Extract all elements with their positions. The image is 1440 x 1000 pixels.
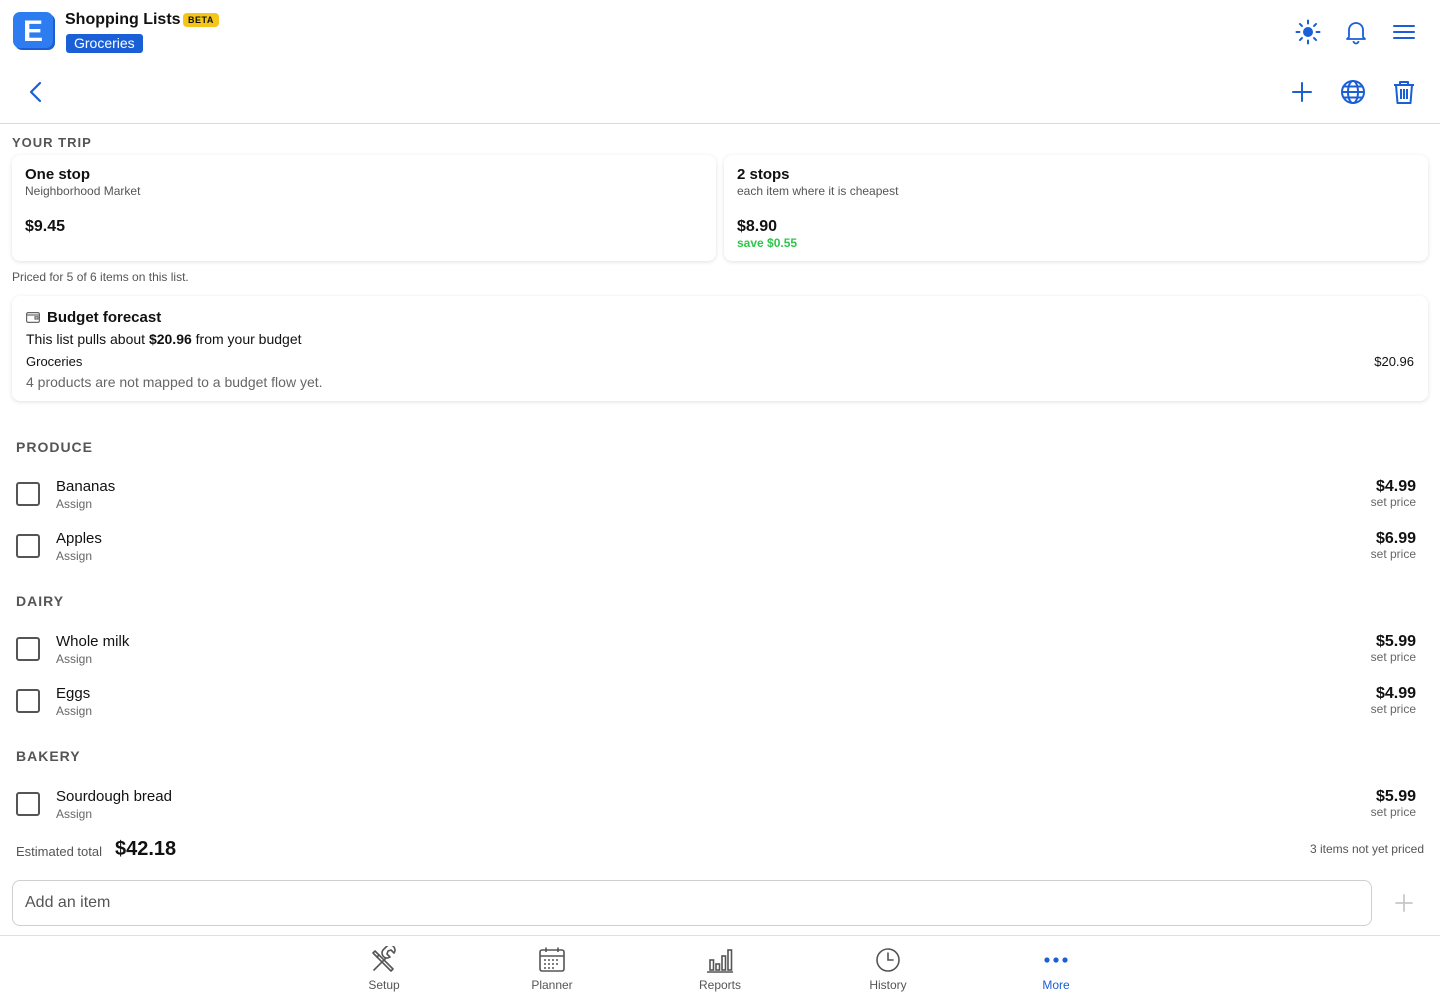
svg-text:E: E	[23, 15, 43, 48]
set-price-link[interactable]: set price	[1371, 650, 1416, 664]
category-heading: BAKERY	[16, 748, 81, 764]
priced-note: Priced for 5 of 6 items on this list.	[12, 270, 189, 284]
tab-more[interactable]: More	[1011, 946, 1101, 992]
tab-reports-label: Reports	[698, 978, 742, 992]
header-divider	[0, 123, 1440, 124]
list-item[interactable]: Whole milk Assign $5.99 set price	[0, 633, 1440, 677]
category-heading: DAIRY	[16, 593, 65, 609]
clock-icon	[876, 948, 900, 972]
savings-label: save $0.55	[737, 236, 798, 250]
budget-category: Groceries	[26, 354, 83, 369]
item-checkbox[interactable]	[16, 534, 40, 558]
app-logo: E	[13, 12, 57, 52]
tab-setup-label: Setup	[368, 978, 400, 992]
tab-reports[interactable]: Reports	[675, 946, 765, 992]
two-stops-title: 2 stops	[737, 166, 790, 183]
add-item-plus-icon[interactable]	[1390, 889, 1418, 917]
list-item[interactable]: Sourdough bread Assign $5.99 set price	[0, 788, 1440, 832]
item-name: Apples	[56, 530, 102, 547]
item-name: Bananas	[56, 478, 116, 495]
list-name-badge[interactable]: Groceries	[66, 34, 143, 53]
back-chevron-icon[interactable]	[22, 78, 50, 106]
assign-link[interactable]: Assign	[56, 807, 92, 821]
bar-chart-icon	[707, 949, 733, 973]
tab-history-label: History	[869, 978, 907, 992]
wallet-icon	[26, 310, 41, 328]
category-heading: PRODUCE	[16, 439, 94, 455]
set-price-link[interactable]: set price	[1371, 702, 1416, 716]
assign-link[interactable]: Assign	[56, 497, 92, 511]
tools-icon	[372, 946, 396, 972]
set-price-link[interactable]: set price	[1371, 547, 1416, 561]
budget-category-amount: $20.96	[1374, 354, 1414, 369]
tab-setup[interactable]: Setup	[339, 946, 429, 992]
tab-history[interactable]: History	[843, 946, 933, 992]
item-price[interactable]: $4.99	[1376, 478, 1416, 496]
add-item-input[interactable]	[12, 880, 1372, 926]
budget-title: Budget forecast	[47, 309, 162, 326]
list-item[interactable]: Eggs Assign $4.99 set price	[0, 685, 1440, 729]
not-priced-note: 3 items not yet priced	[1309, 842, 1424, 856]
item-price[interactable]: $5.99	[1376, 633, 1416, 651]
item-name: Sourdough bread	[56, 788, 172, 805]
assign-link[interactable]: Assign	[56, 704, 92, 718]
one-stop-card[interactable]: One stop Neighborhood Market $9.45	[12, 155, 716, 261]
unmapped-note: 4 products are not mapped to a budget fl…	[26, 374, 323, 390]
budget-forecast-card: Budget forecast This list pulls about $2…	[12, 296, 1428, 401]
tab-planner[interactable]: Planner	[507, 946, 597, 992]
plus-icon[interactable]	[1288, 78, 1316, 106]
two-stops-subtitle: each item where it is cheapest	[737, 184, 899, 198]
estimated-total-value: $42.18	[115, 838, 177, 860]
item-name: Whole milk	[56, 633, 130, 650]
item-price[interactable]: $4.99	[1376, 685, 1416, 703]
tab-planner-label: Planner	[531, 978, 573, 992]
two-stops-price: $8.90	[737, 218, 778, 235]
more-dots-icon	[1044, 957, 1068, 963]
one-stop-title: One stop	[25, 166, 91, 183]
item-checkbox[interactable]	[16, 792, 40, 816]
beta-badge: BETA	[183, 13, 219, 27]
item-name: Eggs	[56, 685, 91, 702]
item-checkbox[interactable]	[16, 689, 40, 713]
sun-icon[interactable]	[1294, 18, 1322, 46]
set-price-link[interactable]: set price	[1371, 495, 1416, 509]
set-price-link[interactable]: set price	[1371, 805, 1416, 819]
budget-summary: This list pulls about $20.96 from your b…	[26, 331, 302, 347]
one-stop-subtitle: Neighborhood Market	[25, 184, 141, 198]
item-checkbox[interactable]	[16, 482, 40, 506]
bell-icon[interactable]	[1342, 18, 1370, 46]
trip-caption: YOUR TRIP	[12, 135, 92, 150]
one-stop-price: $9.45	[25, 218, 66, 235]
menu-icon[interactable]	[1390, 18, 1418, 46]
estimated-total-label: Estimated total	[16, 844, 102, 859]
calendar-icon	[539, 947, 565, 972]
assign-link[interactable]: Assign	[56, 549, 92, 563]
list-item[interactable]: Bananas Assign $4.99 set price	[0, 478, 1440, 522]
app-title: Shopping Lists	[65, 11, 181, 28]
list-item[interactable]: Apples Assign $6.99 set price	[0, 530, 1440, 574]
two-stops-card[interactable]: 2 stops each item where it is cheapest $…	[724, 155, 1428, 261]
tab-more-label: More	[1042, 978, 1070, 992]
item-price[interactable]: $5.99	[1376, 788, 1416, 806]
trash-icon[interactable]	[1390, 78, 1418, 106]
assign-link[interactable]: Assign	[56, 652, 92, 666]
item-price[interactable]: $6.99	[1376, 530, 1416, 548]
globe-icon[interactable]	[1339, 78, 1367, 106]
item-checkbox[interactable]	[16, 637, 40, 661]
